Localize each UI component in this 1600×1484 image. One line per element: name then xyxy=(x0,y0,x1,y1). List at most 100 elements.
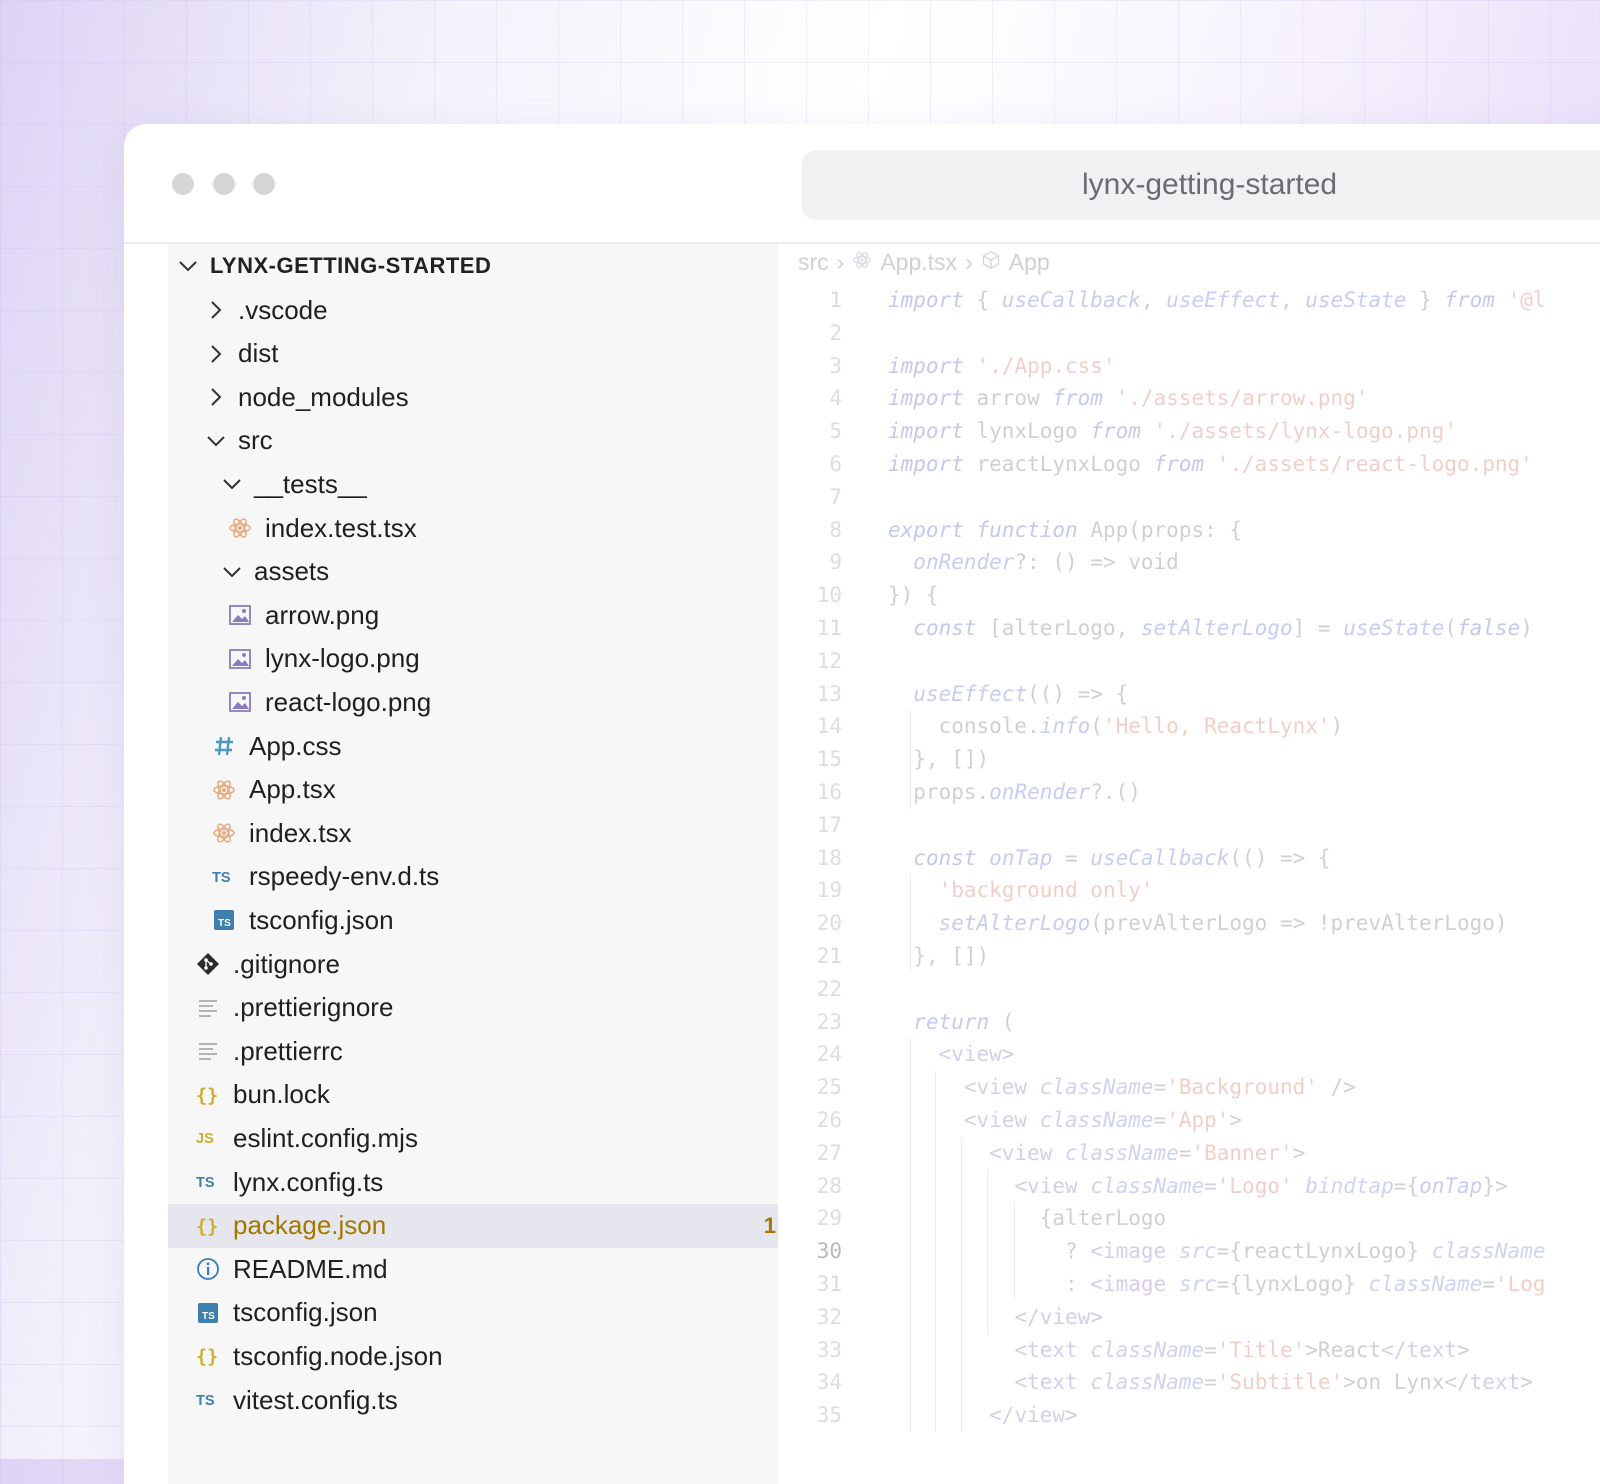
breadcrumb-folder[interactable]: src xyxy=(798,249,829,276)
code-line[interactable]: 1 import { useCallback, useEffect, useSta… xyxy=(778,284,1600,317)
file-item[interactable]: arrow.png xyxy=(168,593,838,637)
code-line[interactable]: 21 }, []) xyxy=(778,940,1600,973)
file-item[interactable]: App.tsx xyxy=(168,768,822,812)
file-item[interactable]: {} bun.lock xyxy=(168,1073,806,1117)
code-line[interactable]: 7 xyxy=(778,481,1600,514)
folder-item[interactable]: .vscode xyxy=(168,288,814,332)
code-line[interactable]: 19 'background only' xyxy=(778,874,1600,907)
file-label: tsconfig.node.json xyxy=(233,1340,443,1371)
breadcrumb-symbol[interactable]: App xyxy=(1009,249,1050,276)
folder-item[interactable]: src xyxy=(168,419,814,463)
line-number: 1 xyxy=(829,288,842,312)
image-icon xyxy=(228,603,252,627)
file-item[interactable]: JS eslint.config.mjs xyxy=(168,1116,806,1160)
code-line[interactable]: 8 export function App(props: { xyxy=(778,514,1600,547)
code-text: <text className='Subtitle'>on Lynx</text… xyxy=(1014,1370,1533,1395)
svg-text:TS: TS xyxy=(196,1175,215,1191)
code-line[interactable]: 32 </view> xyxy=(778,1301,1600,1334)
code-line[interactable]: 23 return ( xyxy=(778,1006,1600,1039)
maximize-dot[interactable] xyxy=(253,173,275,195)
code-line[interactable]: 5 import lynxLogo from './assets/lynx-log… xyxy=(778,415,1600,448)
code-text: </view> xyxy=(1014,1304,1103,1329)
code-text: 'background only' xyxy=(938,878,1154,903)
code-line[interactable]: 16 props.onRender?.() xyxy=(778,776,1600,809)
line-number: 11 xyxy=(816,616,842,640)
code-line[interactable]: 18 const onTap = useCallback(() => { xyxy=(778,842,1600,875)
file-item[interactable]: TS rspeedy-env.d.ts xyxy=(168,855,822,899)
code-line[interactable]: 2 xyxy=(778,317,1600,350)
code-text: }, []) xyxy=(888,747,990,772)
code-line[interactable]: 20 setAlterLogo(prevAlterLogo => !prevAl… xyxy=(778,907,1600,940)
folder-item[interactable]: __tests__ xyxy=(168,462,830,506)
file-label: package.json xyxy=(233,1210,387,1241)
typescript-icon: TS xyxy=(196,1388,220,1412)
file-label: .prettierignore xyxy=(233,992,394,1023)
breadcrumb-file[interactable]: App.tsx xyxy=(880,249,957,276)
file-item[interactable]: index.test.tsx xyxy=(168,506,838,550)
window-title-bar[interactable]: lynx-getting-started xyxy=(802,150,1600,220)
code-line[interactable]: 12 xyxy=(778,645,1600,678)
code-text: const onTap = useCallback(() => { xyxy=(913,845,1331,870)
file-item[interactable]: react-logo.png xyxy=(168,680,838,724)
file-item[interactable]: TS vitest.config.ts xyxy=(168,1378,806,1422)
line-number: 23 xyxy=(816,1009,842,1034)
file-item[interactable]: TS tsconfig.json xyxy=(168,898,822,942)
file-item[interactable]: {} package.json 1 xyxy=(168,1203,806,1248)
code-line[interactable]: 29 {alterLogo xyxy=(778,1202,1600,1235)
code-line[interactable]: 13 useEffect(() => { xyxy=(778,678,1600,711)
line-number: 25 xyxy=(816,1075,842,1100)
code-line[interactable]: 3 import './App.css' xyxy=(778,350,1600,383)
code-line[interactable]: 27 <view className='Banner'> xyxy=(778,1137,1600,1170)
code-line[interactable]: 9 onRender?: () => void xyxy=(778,546,1600,579)
code-text: {alterLogo xyxy=(888,1206,1167,1231)
file-item[interactable]: index.tsx xyxy=(168,811,822,855)
code-line[interactable]: 14 console.info('Hello, ReactLynx') xyxy=(778,710,1600,743)
code-line[interactable]: 31 : <image src={lynxLogo} className='Lo… xyxy=(778,1268,1600,1301)
file-item[interactable]: .prettierrc xyxy=(168,1029,806,1073)
code-line[interactable]: 6 import reactLynxLogo from './assets/rea… xyxy=(778,448,1600,481)
code-line[interactable]: 30 ? <image src={reactLynxLogo} classNam… xyxy=(778,1235,1600,1268)
code-line[interactable]: 28 <view className='Logo' bindtap={onTap… xyxy=(778,1170,1600,1203)
file-item[interactable]: lynx-logo.png xyxy=(168,637,838,681)
image-icon xyxy=(228,647,252,671)
folder-item[interactable]: dist xyxy=(168,332,814,376)
code-line[interactable]: 4 import arrow from './assets/arrow.png' xyxy=(778,382,1600,415)
line-number: 21 xyxy=(816,944,842,968)
file-label: src xyxy=(238,425,273,456)
code-text: console.info('Hello, ReactLynx') xyxy=(888,714,1344,739)
line-number: 22 xyxy=(816,976,842,1001)
file-item[interactable]: .prettierignore xyxy=(168,986,806,1030)
code-text: setAlterLogo(prevAlterLogo => !prevAlter… xyxy=(938,911,1508,936)
line-number: 24 xyxy=(816,1042,842,1067)
file-item[interactable]: TS lynx.config.ts xyxy=(168,1160,806,1204)
file-label: README.md xyxy=(233,1253,388,1284)
file-item[interactable]: {} tsconfig.node.json xyxy=(168,1334,806,1378)
file-label: __tests__ xyxy=(254,468,367,499)
minimize-dot[interactable] xyxy=(213,173,235,195)
code-line[interactable]: 22 xyxy=(778,973,1600,1006)
window-title: lynx-getting-started xyxy=(1082,168,1338,201)
code-line[interactable]: 10}) { xyxy=(778,579,1600,612)
code-line[interactable]: 33 <text className='Title'>React</text> xyxy=(778,1334,1600,1367)
file-item[interactable]: README.md xyxy=(168,1247,806,1291)
code-text: props.onRender?.() xyxy=(888,780,1141,804)
code-text: import { useCallback, useEffect, useStat… xyxy=(888,288,1546,312)
code-text: <view className='Background' /> xyxy=(963,1075,1356,1100)
folder-item[interactable]: node_modules xyxy=(168,375,814,419)
code-line[interactable]: 11 const [alterLogo, setAlterLogo] = use… xyxy=(778,612,1600,645)
folder-item[interactable]: assets xyxy=(168,550,830,594)
code-line[interactable]: 34 <text className='Subtitle'>on Lynx</t… xyxy=(778,1366,1600,1399)
file-item[interactable]: TS tsconfig.json xyxy=(168,1291,806,1335)
explorer-root[interactable]: LYNX-GETTING-STARTED xyxy=(168,244,786,288)
code-line[interactable]: 17 xyxy=(778,809,1600,842)
code-line[interactable]: 26 <view className='App'> xyxy=(778,1104,1600,1137)
code-line[interactable]: 15 }, []) xyxy=(778,743,1600,776)
file-item[interactable]: App.css xyxy=(168,724,822,768)
code-line[interactable]: 35 </view> xyxy=(778,1399,1600,1432)
code-line[interactable]: 24 <view> xyxy=(778,1038,1600,1071)
file-item[interactable]: .gitignore xyxy=(168,942,806,986)
close-dot[interactable] xyxy=(172,173,194,195)
line-number: 20 xyxy=(816,911,842,936)
code-line[interactable]: 25 <view className='Background' /> xyxy=(778,1071,1600,1104)
code-editor[interactable]: src › App.tsx › App 1 import { useCallbac… xyxy=(778,244,1600,1484)
